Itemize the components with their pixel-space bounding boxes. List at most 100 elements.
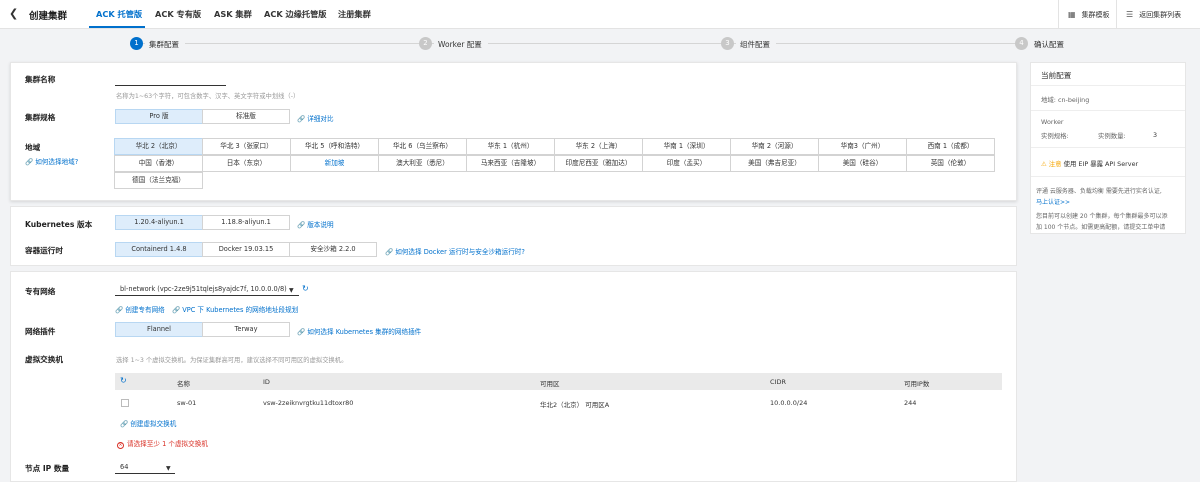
region-option[interactable]: 美国（弗吉尼亚） xyxy=(730,155,819,172)
create-vswitch-link[interactable]: 🔗 创建虚拟交换机 xyxy=(120,418,176,428)
region-help-text: 如何选择地域? xyxy=(35,158,79,166)
notice-prefix: 注意 xyxy=(1048,160,1062,168)
runtime-option[interactable]: Docker 19.03.15 xyxy=(202,242,290,257)
page-title: 创建集群 xyxy=(29,11,68,22)
region-help-link[interactable]: 🔗 如何选择地域? xyxy=(25,156,78,166)
runtime-option[interactable]: Containerd 1.4.8 xyxy=(115,242,203,257)
region-option[interactable]: 印度（孟买） xyxy=(642,155,731,172)
link-icon: 🔗 xyxy=(120,420,129,428)
side-divider xyxy=(1031,147,1185,148)
cluster-template-button[interactable]: ▦ 集群模板 xyxy=(1058,0,1115,29)
vpc-dropdown-icon[interactable]: ▼ xyxy=(289,287,294,294)
plugin-help-link[interactable]: 🔗 如何选择 Kubernetes 集群的网络插件 xyxy=(297,326,421,336)
region-option[interactable]: 华东 2（上海） xyxy=(554,138,643,155)
region-option[interactable]: 华南 2（河源） xyxy=(730,138,819,155)
side-divider xyxy=(1031,176,1185,177)
region-option[interactable]: 华北 2（北京） xyxy=(114,138,203,155)
tab-ack-edge[interactable]: ACK 边缘托管版 xyxy=(264,8,326,20)
tab-register-cluster[interactable]: 注册集群 xyxy=(338,8,371,20)
side-instance-spec: 实例规格: xyxy=(1041,132,1069,140)
create-vpc-link[interactable]: 🔗 创建专有网络 xyxy=(115,304,165,314)
runtime-options: Containerd 1.4.8 Docker 19.03.15 安全沙箱 2.… xyxy=(115,242,377,257)
side-instance-count: 3 xyxy=(1153,131,1158,139)
vswitch-error: × 请选择至少 1 个虚拟交换机 xyxy=(117,438,208,449)
region-option[interactable]: 华南 1（深圳） xyxy=(642,138,731,155)
col-cidr: CIDR xyxy=(770,378,786,386)
region-option[interactable]: 德国（法兰克福） xyxy=(114,172,203,189)
steps-line xyxy=(140,43,1020,44)
region-option[interactable]: 英国（伦敦） xyxy=(906,155,995,172)
template-icon: ▦ xyxy=(1068,10,1076,19)
tab-ask[interactable]: ASK 集群 xyxy=(214,8,252,20)
vpc-planning-link[interactable]: 🔗 VPC 下 Kubernetes 的网络地址段规划 xyxy=(172,304,298,314)
row-name: sw-01 xyxy=(177,399,197,407)
cluster-name-hint: 名称为1~63个字符，可包含数字、汉字、英文字符或中划线（-） xyxy=(116,93,300,100)
back-to-list-label: 返回集群列表 xyxy=(1139,10,1182,19)
vpc-select[interactable]: bl-network (vpc-2ze9j51tqlejs8yajdc7f, 1… xyxy=(115,285,299,296)
link-icon: 🔗 xyxy=(385,248,394,256)
runtime-option[interactable]: 安全沙箱 2.2.0 xyxy=(289,242,377,257)
side-quota-text-2: 加 100 个节点。如需更高配额，请提交工单申请 xyxy=(1036,224,1166,231)
warning-icon: ⚠ xyxy=(1041,160,1047,168)
step-2-label: Worker 配置 xyxy=(434,39,488,50)
region-option[interactable]: 美国（硅谷） xyxy=(818,155,907,172)
region-option[interactable]: 马来西亚（吉隆坡） xyxy=(466,155,555,172)
spec-pro-option[interactable]: Pro 版 xyxy=(115,109,203,124)
region-option[interactable]: 华南3（广州） xyxy=(818,138,907,155)
runtime-help-link[interactable]: 🔗 如何选择 Docker 运行时与安全沙箱运行时? xyxy=(385,246,525,256)
region-option[interactable]: 新加坡 xyxy=(290,155,379,172)
current-config-panel: 当前配置 地域: cn-beijing Worker 实例规格: 实例数量: 3… xyxy=(1030,62,1186,234)
step-3-label: 组件配置 xyxy=(736,39,776,50)
row-checkbox[interactable] xyxy=(121,399,129,407)
row-cidr: 10.0.0.0/24 xyxy=(770,399,808,407)
region-option[interactable]: 日本（东京） xyxy=(202,155,291,172)
link-icon: 🔗 xyxy=(172,306,181,314)
cluster-name-input[interactable] xyxy=(115,76,226,86)
version-notes-link[interactable]: 🔗 版本说明 xyxy=(297,219,334,229)
region-grid: 华北 2（北京） 华北 3（张家口） 华北 5（呼和浩特） 华北 6（乌兰察布）… xyxy=(114,138,995,189)
create-vswitch-text: 创建虚拟交换机 xyxy=(130,420,177,428)
step-4-label: 确认配置 xyxy=(1030,39,1070,50)
link-icon: 🔗 xyxy=(297,328,306,336)
region-option[interactable]: 华东 1（杭州） xyxy=(466,138,555,155)
auth-link[interactable]: 马上认证>> xyxy=(1036,197,1070,206)
list-icon: ☰ xyxy=(1126,10,1134,19)
spec-compare-link[interactable]: 🔗 详细对比 xyxy=(297,113,334,123)
col-zone: 可用区 xyxy=(540,380,560,388)
link-icon: 🔗 xyxy=(25,158,34,166)
table-refresh-icon[interactable]: ↻ xyxy=(120,376,127,385)
back-arrow-icon[interactable]: ❮ xyxy=(9,7,19,21)
k8s-version-options: 1.20.4-aliyun.1 1.18.8-aliyun.1 xyxy=(115,215,290,230)
region-option[interactable]: 华北 3（张家口） xyxy=(202,138,291,155)
cluster-name-label: 集群名称 xyxy=(25,75,56,84)
refresh-icon[interactable]: ↻ xyxy=(302,284,309,293)
step-4-circle: 4 xyxy=(1015,37,1028,50)
row-ips: 244 xyxy=(904,399,917,407)
row-zone: 华北2（北京） 可用区A xyxy=(540,401,610,409)
region-option[interactable]: 澳大利亚（悉尼） xyxy=(378,155,467,172)
region-option[interactable]: 华北 5（呼和浩特） xyxy=(290,138,379,155)
region-option[interactable]: 华北 6（乌兰察布） xyxy=(378,138,467,155)
back-to-list-button[interactable]: ☰ 返回集群列表 xyxy=(1116,0,1200,29)
k8s-version-option[interactable]: 1.20.4-aliyun.1 xyxy=(115,215,203,230)
plugin-flannel-option[interactable]: Flannel xyxy=(115,322,203,337)
row-id: vsw-2zeiknvrgtku11dtoxr80 xyxy=(263,399,354,407)
step-2-circle: 2 xyxy=(419,37,432,50)
node-ip-dropdown-icon[interactable]: ▼ xyxy=(166,465,171,472)
plugin-terway-option[interactable]: Terway xyxy=(202,322,290,337)
step-1-circle: 1 xyxy=(130,37,143,50)
region-option[interactable]: 印度尼西亚（雅加达） xyxy=(554,155,643,172)
k8s-version-option[interactable]: 1.18.8-aliyun.1 xyxy=(202,215,290,230)
col-name: 名称 xyxy=(177,380,190,388)
runtime-label: 容器运行时 xyxy=(25,246,63,255)
spec-standard-option[interactable]: 标准版 xyxy=(202,109,290,124)
node-ip-count-label: 节点 IP 数量 xyxy=(25,464,70,473)
version-notes-text: 版本说明 xyxy=(307,221,334,229)
side-quota-text-1: 您目前可以创建 20 个集群，每个集群最多可以添 xyxy=(1036,213,1168,220)
tab-ack-managed[interactable]: ACK 托管版 xyxy=(96,8,142,20)
region-option[interactable]: 西南 1（成都） xyxy=(906,138,995,155)
step-3-circle: 3 xyxy=(721,37,734,50)
tab-ack-dedicated[interactable]: ACK 专有版 xyxy=(155,8,201,20)
region-option[interactable]: 中国（香港） xyxy=(114,155,203,172)
side-divider xyxy=(1031,85,1185,86)
